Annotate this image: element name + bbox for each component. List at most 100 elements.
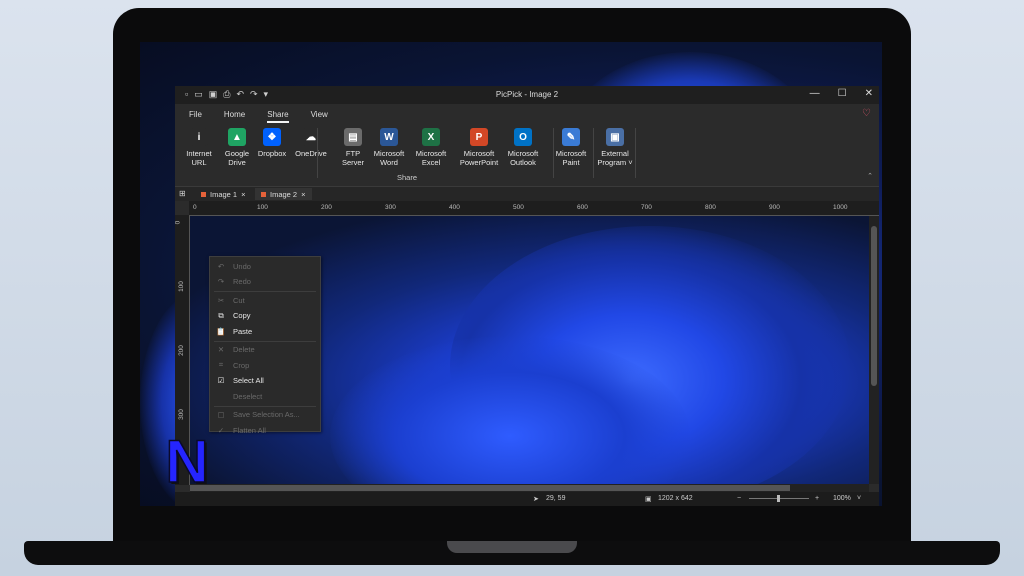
ribbon-button-label: Dropbox	[257, 149, 287, 158]
ribbon-button-label: Word	[380, 158, 398, 167]
menu-item-copy[interactable]: ⧉ Copy	[210, 309, 320, 323]
maximize-button[interactable]: ☐	[838, 88, 847, 99]
menu-item-redo[interactable]: ↷ Redo	[210, 275, 320, 289]
close-button[interactable]: ✕	[865, 88, 873, 99]
ribbon-button-microsoft-word[interactable]: W Microsoft Word	[369, 128, 409, 167]
doc-tab-label: Image 2	[270, 189, 298, 199]
ribbon-button-microsoft-excel[interactable]: X Microsoft Excel	[411, 128, 451, 167]
zoom-dropdown-icon[interactable]: ˅	[857, 495, 861, 502]
menu-separator	[214, 405, 316, 407]
menu-item-save-selection-as[interactable]: ▢ Save Selection As...	[210, 408, 320, 422]
ribbon-button-label: FTP	[345, 149, 361, 158]
scroll-thumb[interactable]	[190, 485, 790, 491]
ruler-tick-label: 200	[321, 204, 332, 211]
menu-item-deselect[interactable]: Deselect	[210, 389, 320, 403]
ruler-tick-label: 300	[177, 409, 185, 420]
menu-item-cut[interactable]: ✂ Cut	[210, 293, 320, 307]
image-size-icon: ▣	[645, 496, 652, 503]
ribbon-button-label: Microsoft	[463, 149, 495, 158]
menu-item-flatten-all[interactable]: ✓ Flatten All	[210, 423, 320, 437]
ribbon-button-microsoft-paint[interactable]: ✎ Microsoft Paint	[551, 128, 591, 167]
ribbon-separator	[593, 128, 594, 178]
ribbon-button-ftp-server[interactable]: ▤ FTP Server	[333, 128, 373, 167]
ribbon-button-external-program[interactable]: ▣ External Program ˅	[595, 128, 635, 167]
ribbon-button-microsoft-outlook[interactable]: O Microsoft Outlook	[503, 128, 543, 167]
menu-item-select-all[interactable]: ☑ Select All	[210, 374, 320, 388]
ribbon-button-google-drive[interactable]: ▲ Google Drive	[217, 128, 257, 167]
share-target-icon: O	[514, 128, 532, 146]
zoom-level[interactable]: 100%	[833, 495, 851, 502]
close-tab-icon[interactable]: ×	[301, 190, 305, 199]
ribbon-button-label: Google	[224, 149, 250, 158]
picpick-window: ▫ ▭ ▣ ⎙ ↶ ↷ ▾ PicPick - Image 2 — ☐ ✕ Fi…	[174, 86, 879, 506]
document-tabs: ⊞ Image 1 × Image 2 ×	[175, 186, 879, 201]
menu-item-crop[interactable]: ⌗ Crop	[210, 358, 320, 372]
ruler-tick-label: 800	[705, 204, 716, 211]
ribbon-button-label: Internet	[186, 149, 212, 158]
ribbon-button-label: OneDrive	[295, 149, 327, 158]
ruler-tick-label: 0	[193, 204, 197, 211]
tab-file[interactable]: File	[189, 110, 202, 123]
ribbon-button-label: Drive	[228, 158, 246, 167]
n-logo-badge: N N	[165, 432, 211, 492]
ribbon-separator	[635, 128, 636, 178]
heart-icon[interactable]: ♡	[862, 108, 871, 119]
collapse-ribbon-icon[interactable]: ⌃	[867, 172, 873, 180]
menu-item-icon: ⌗	[218, 360, 224, 369]
share-target-icon: P	[470, 128, 488, 146]
share-target-icon: ❖	[263, 128, 281, 146]
zoom-in-button[interactable]: +	[815, 495, 819, 502]
ribbon-button-internet-url[interactable]: i Internet URL	[179, 128, 219, 167]
share-target-icon: ▣	[606, 128, 624, 146]
image-size: 1202 x 642	[658, 495, 693, 502]
menu-item-label: Delete	[233, 345, 255, 354]
menu-item-undo[interactable]: ↶ Undo	[210, 259, 320, 273]
doc-tab-label: Image 1	[210, 189, 238, 199]
tab-view[interactable]: View	[311, 110, 328, 123]
share-target-icon: X	[422, 128, 440, 146]
ruler-tick-label: 300	[385, 204, 396, 211]
menu-item-icon: ↷	[217, 277, 225, 286]
svg-text:N: N	[165, 432, 208, 492]
menu-tabs: File Home Share View	[189, 110, 328, 123]
grid-view-icon[interactable]: ⊞	[179, 189, 186, 198]
horizontal-scrollbar[interactable]	[190, 484, 869, 492]
zoom-slider-thumb[interactable]	[777, 495, 780, 502]
ribbon-button-label: Outlook	[510, 158, 536, 167]
scroll-thumb[interactable]	[871, 226, 877, 386]
ribbon-group-label: Share	[397, 173, 418, 182]
minimize-button[interactable]: —	[810, 88, 820, 99]
doc-tab-image-1[interactable]: Image 1 ×	[195, 188, 252, 200]
menu-item-paste[interactable]: 📋 Paste	[210, 324, 320, 338]
menu-item-label: Select All	[233, 376, 264, 385]
menu-item-label: Save Selection As...	[233, 410, 300, 419]
menu-item-delete[interactable]: ✕ Delete	[210, 343, 320, 357]
doc-tab-image-2[interactable]: Image 2 ×	[255, 188, 312, 200]
title-bar: ▫ ▭ ▣ ⎙ ↶ ↷ ▾ PicPick - Image 2 — ☐ ✕	[175, 86, 879, 104]
ribbon-button-label: Server	[341, 158, 365, 167]
ribbon-button-label: Excel	[421, 158, 441, 167]
window-title: PicPick - Image 2	[495, 90, 559, 99]
menu-item-icon: ▢	[217, 410, 225, 419]
cursor-position: 29, 59	[546, 495, 566, 502]
tab-home[interactable]: Home	[224, 110, 245, 123]
tab-share[interactable]: Share	[267, 110, 289, 123]
menu-item-icon: ⧉	[218, 310, 224, 320]
menu-item-label: Redo	[233, 277, 251, 286]
share-target-icon: ▤	[344, 128, 362, 146]
ribbon-button-label: Microsoft	[415, 149, 447, 158]
menu-item-icon: ☑	[217, 376, 225, 385]
ribbon-button-label: Program ˅	[597, 158, 633, 167]
ribbon-button-label: External	[601, 149, 629, 158]
zoom-out-button[interactable]: −	[737, 495, 741, 502]
ribbon-button-microsoft-powerpoint[interactable]: P Microsoft PowerPoint	[455, 128, 503, 167]
close-tab-icon[interactable]: ×	[241, 190, 245, 199]
ribbon-button-label: Paint	[562, 158, 580, 167]
ruler-tick-label: 700	[641, 204, 652, 211]
menu-item-label: Cut	[233, 295, 245, 305]
vertical-scrollbar[interactable]	[869, 216, 879, 484]
menu-item-icon: ✕	[217, 345, 225, 354]
ribbon-button-dropbox[interactable]: ❖ Dropbox	[252, 128, 292, 158]
ribbon-button-label: Microsoft	[555, 149, 587, 158]
ribbon-button-onedrive[interactable]: ☁ OneDrive	[291, 128, 331, 158]
